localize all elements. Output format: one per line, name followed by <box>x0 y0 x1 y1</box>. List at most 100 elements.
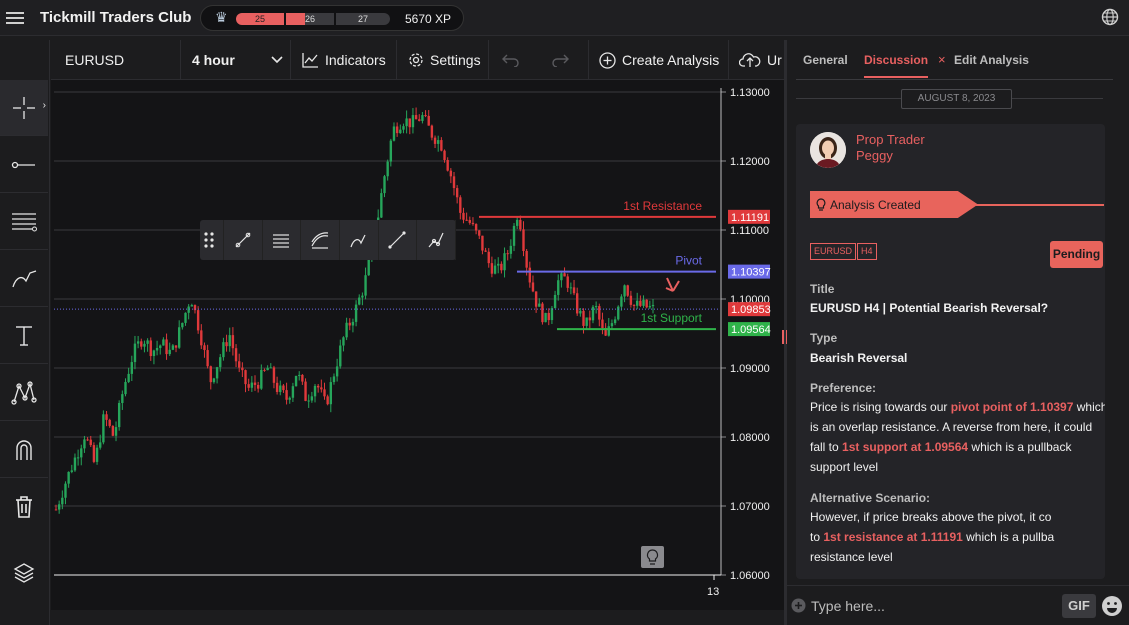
hamburger-menu-icon[interactable] <box>6 9 24 25</box>
layers-tool[interactable] <box>0 545 48 601</box>
level-next: 26 <box>286 13 334 25</box>
candle-body <box>181 322 184 328</box>
candle-body <box>348 322 351 326</box>
candle-body <box>639 300 642 306</box>
expand-chevron-icon[interactable]: › <box>43 100 46 111</box>
magnet-tool[interactable] <box>0 422 48 478</box>
brush-tool[interactable] <box>340 220 379 260</box>
brush-icon <box>350 234 366 248</box>
emoji-icon[interactable] <box>1101 595 1123 617</box>
rank-badge-icon: ♛ <box>215 9 228 25</box>
candle-body <box>301 374 304 382</box>
candle-body <box>500 263 503 271</box>
candle-body <box>310 396 314 401</box>
candle-body <box>509 245 513 254</box>
candle-body <box>294 375 298 387</box>
trash-icon <box>16 496 32 518</box>
candle-body <box>76 457 80 459</box>
candle-body <box>443 150 446 160</box>
candle-body <box>190 305 194 307</box>
chart-canvas[interactable]: 1.130001.120001.110001.100001.090001.080… <box>51 80 784 610</box>
candle-body <box>124 381 127 395</box>
pattern-tool[interactable] <box>0 365 48 421</box>
candle-body <box>279 385 282 392</box>
candle-body <box>437 140 440 144</box>
undo-icon[interactable] <box>501 53 520 67</box>
candle-body <box>392 126 396 141</box>
avatar[interactable] <box>810 132 846 168</box>
plus-circle-icon <box>599 51 616 69</box>
horizontal-ray-tool[interactable] <box>0 137 48 193</box>
candle-body <box>121 394 124 404</box>
candle-body <box>225 342 228 347</box>
candle-body <box>591 306 595 321</box>
add-attachment-icon[interactable] <box>791 598 806 613</box>
message-input[interactable] <box>811 595 1051 617</box>
crosshair-icon <box>13 96 35 119</box>
gif-button[interactable]: GIF <box>1062 594 1096 618</box>
candle-body <box>165 339 168 355</box>
create-analysis-button[interactable]: Create Analysis <box>589 40 729 80</box>
candle-body <box>206 350 209 367</box>
upload-label: Ur <box>767 52 782 68</box>
status-badge[interactable]: Pending <box>1050 241 1103 268</box>
candle-body <box>383 176 386 194</box>
price-chart[interactable]: 1.13000 1.12000 1.11000 1.10000 1.09000 1.080… <box>51 80 784 610</box>
symbol-selector[interactable]: EURUSD <box>51 40 181 80</box>
fib-levels-tool[interactable] <box>0 194 48 250</box>
delete-drawings-tool[interactable] <box>0 479 48 535</box>
y-tick-label: 1.06000 <box>730 570 770 582</box>
upload-button[interactable]: Ur <box>729 40 784 80</box>
tab-edit-analysis[interactable]: Edit Analysis <box>954 53 1029 67</box>
candle-body <box>563 273 566 277</box>
candle-body <box>73 457 77 471</box>
candle-body <box>544 312 547 323</box>
drag-handle-tool[interactable] <box>200 220 224 260</box>
candle-body <box>575 293 579 314</box>
xp-progress[interactable]: ♛ 25 26 27 5670 XP <box>200 5 464 31</box>
candle-body <box>152 350 156 357</box>
y-tick-label: 1.11000 <box>730 225 769 237</box>
candle-body <box>560 273 563 281</box>
tab-discussion[interactable]: Discussion <box>864 53 929 78</box>
candle-body <box>525 251 528 268</box>
candle-body <box>449 170 453 177</box>
analysis-card: Prop Trader Peggy Analysis Created EURUS… <box>796 124 1105 579</box>
crosshair-tool[interactable]: › <box>0 80 48 136</box>
channel-tool[interactable] <box>263 220 302 260</box>
idea-button[interactable] <box>641 546 664 568</box>
candle-body <box>522 229 525 252</box>
trend-line-tool[interactable] <box>224 220 263 260</box>
candle-body <box>629 295 633 305</box>
globe-icon[interactable] <box>1101 8 1119 26</box>
analysis-panel: General Discussion × Edit Analysis AUGUS… <box>787 40 1129 625</box>
candle-body <box>92 445 96 462</box>
candle-body <box>263 369 266 371</box>
candle-body <box>493 265 497 274</box>
channel-icon <box>273 234 290 248</box>
close-icon[interactable]: × <box>938 52 946 67</box>
drawing-tools-sidebar: › <box>0 40 50 625</box>
indicators-button[interactable]: Indicators <box>291 40 397 80</box>
candle-body <box>541 303 544 323</box>
line-tool[interactable] <box>379 220 418 260</box>
text-tool[interactable] <box>0 308 48 364</box>
candle-body <box>566 276 569 288</box>
cloud-upload-icon <box>739 53 761 67</box>
brush-icon <box>12 269 37 287</box>
candle-body <box>651 304 655 307</box>
candle-body <box>159 345 162 348</box>
candle-body <box>108 419 111 426</box>
fib-retracement-tool[interactable] <box>301 220 340 260</box>
tab-general[interactable]: General <box>803 53 848 67</box>
interval-selector[interactable]: 4 hour <box>181 40 291 80</box>
path-tool[interactable] <box>417 220 457 260</box>
top-bar: Tickmill Traders Club ♛ 25 26 27 5670 XP <box>0 0 1129 36</box>
author-name[interactable]: Peggy <box>856 148 893 163</box>
candle-body <box>579 310 582 314</box>
candle-body <box>626 285 629 296</box>
redo-icon[interactable] <box>551 53 570 67</box>
settings-button[interactable]: Settings <box>397 40 489 80</box>
brush-tool[interactable] <box>0 251 48 307</box>
candle-body <box>446 159 449 171</box>
